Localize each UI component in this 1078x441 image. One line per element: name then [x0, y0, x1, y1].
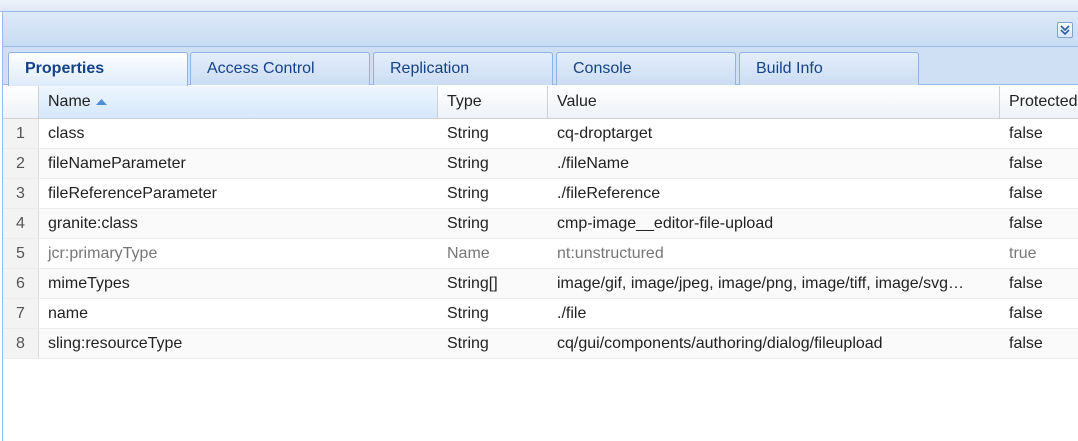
row-number: 3 — [3, 179, 39, 208]
grid-header: Name Type Value Protected — [3, 86, 1078, 119]
property-protected: true — [1009, 245, 1037, 262]
property-name[interactable]: fileReferenceParameter — [39, 179, 438, 208]
property-type[interactable]: String — [438, 299, 548, 328]
property-name[interactable]: fileNameParameter — [39, 149, 438, 178]
property-name[interactable]: mimeTypes — [39, 269, 438, 298]
tab-console[interactable]: Console — [556, 52, 736, 85]
row-number: 7 — [3, 299, 39, 328]
property-name[interactable]: name — [39, 299, 438, 328]
column-header-name-label: Name — [48, 93, 91, 111]
property-value[interactable]: cq-droptarget — [548, 119, 1000, 148]
row-number: 6 — [3, 269, 39, 298]
tab-access-control[interactable]: Access Control — [190, 52, 370, 85]
property-protected: false — [1009, 215, 1043, 232]
table-row[interactable]: 4 granite:class String cmp-image__editor… — [3, 209, 1078, 239]
property-value[interactable]: nt:unstructured — [548, 239, 1000, 268]
property-protected: false — [1009, 275, 1043, 292]
row-number-header — [3, 86, 39, 118]
property-value[interactable]: image/gif, image/jpeg, image/png, image/… — [548, 269, 1000, 298]
table-row[interactable]: 5 jcr:primaryType Name nt:unstructured t… — [3, 239, 1078, 269]
property-type[interactable]: Name — [438, 239, 548, 268]
row-number: 1 — [3, 119, 39, 148]
property-value[interactable]: ./fileName — [548, 149, 1000, 178]
table-row[interactable]: 3 fileReferenceParameter String ./fileRe… — [3, 179, 1078, 209]
property-protected: false — [1009, 125, 1043, 142]
property-type[interactable]: String — [438, 179, 548, 208]
sort-ascending-icon — [95, 86, 107, 118]
column-header-type[interactable]: Type — [438, 86, 548, 118]
table-row[interactable]: 6 mimeTypes String[] image/gif, image/jp… — [3, 269, 1078, 299]
collapse-panel-button[interactable] — [1057, 22, 1073, 38]
table-row[interactable]: 1 class String cq-droptarget false — [3, 119, 1078, 149]
tab-bar: Properties Access Control Replication Co… — [3, 47, 1078, 86]
property-value[interactable]: cmp-image__editor-file-upload — [548, 209, 1000, 238]
row-number: 5 — [3, 239, 39, 268]
properties-grid: Name Type Value Protected 1 class String… — [3, 86, 1078, 359]
property-protected: false — [1009, 335, 1043, 352]
property-value[interactable]: ./file — [548, 299, 1000, 328]
property-type[interactable]: String[] — [438, 269, 548, 298]
row-number: 4 — [3, 209, 39, 238]
properties-panel: Properties Access Control Replication Co… — [2, 12, 1078, 441]
property-value[interactable]: cq/gui/components/authoring/dialog/fileu… — [548, 329, 1000, 358]
panel-header — [3, 12, 1078, 47]
double-chevron-down-icon — [1060, 25, 1070, 36]
property-type[interactable]: String — [438, 119, 548, 148]
row-number: 8 — [3, 329, 39, 358]
table-row[interactable]: 7 name String ./file false — [3, 299, 1078, 329]
property-value[interactable]: ./fileReference — [548, 179, 1000, 208]
tab-replication[interactable]: Replication — [373, 52, 553, 85]
property-type[interactable]: String — [438, 209, 548, 238]
top-toolbar-strip — [0, 0, 1078, 12]
tab-properties[interactable]: Properties — [8, 52, 188, 86]
property-name[interactable]: sling:resourceType — [39, 329, 438, 358]
table-row[interactable]: 2 fileNameParameter String ./fileName fa… — [3, 149, 1078, 179]
property-name[interactable]: class — [39, 119, 438, 148]
column-header-value[interactable]: Value — [548, 86, 1000, 118]
column-header-protected[interactable]: Protected — [1000, 86, 1078, 118]
property-name[interactable]: granite:class — [39, 209, 438, 238]
property-protected: false — [1009, 185, 1043, 202]
property-type[interactable]: String — [438, 329, 548, 358]
property-protected: false — [1009, 155, 1043, 172]
column-header-name[interactable]: Name — [39, 86, 438, 118]
tab-build-info[interactable]: Build Info — [739, 52, 919, 85]
table-row[interactable]: 8 sling:resourceType String cq/gui/compo… — [3, 329, 1078, 359]
property-name[interactable]: jcr:primaryType — [39, 239, 438, 268]
property-protected: false — [1009, 305, 1043, 322]
crxde-properties-panel: Properties Access Control Replication Co… — [0, 0, 1078, 441]
row-number: 2 — [3, 149, 39, 178]
property-type[interactable]: String — [438, 149, 548, 178]
